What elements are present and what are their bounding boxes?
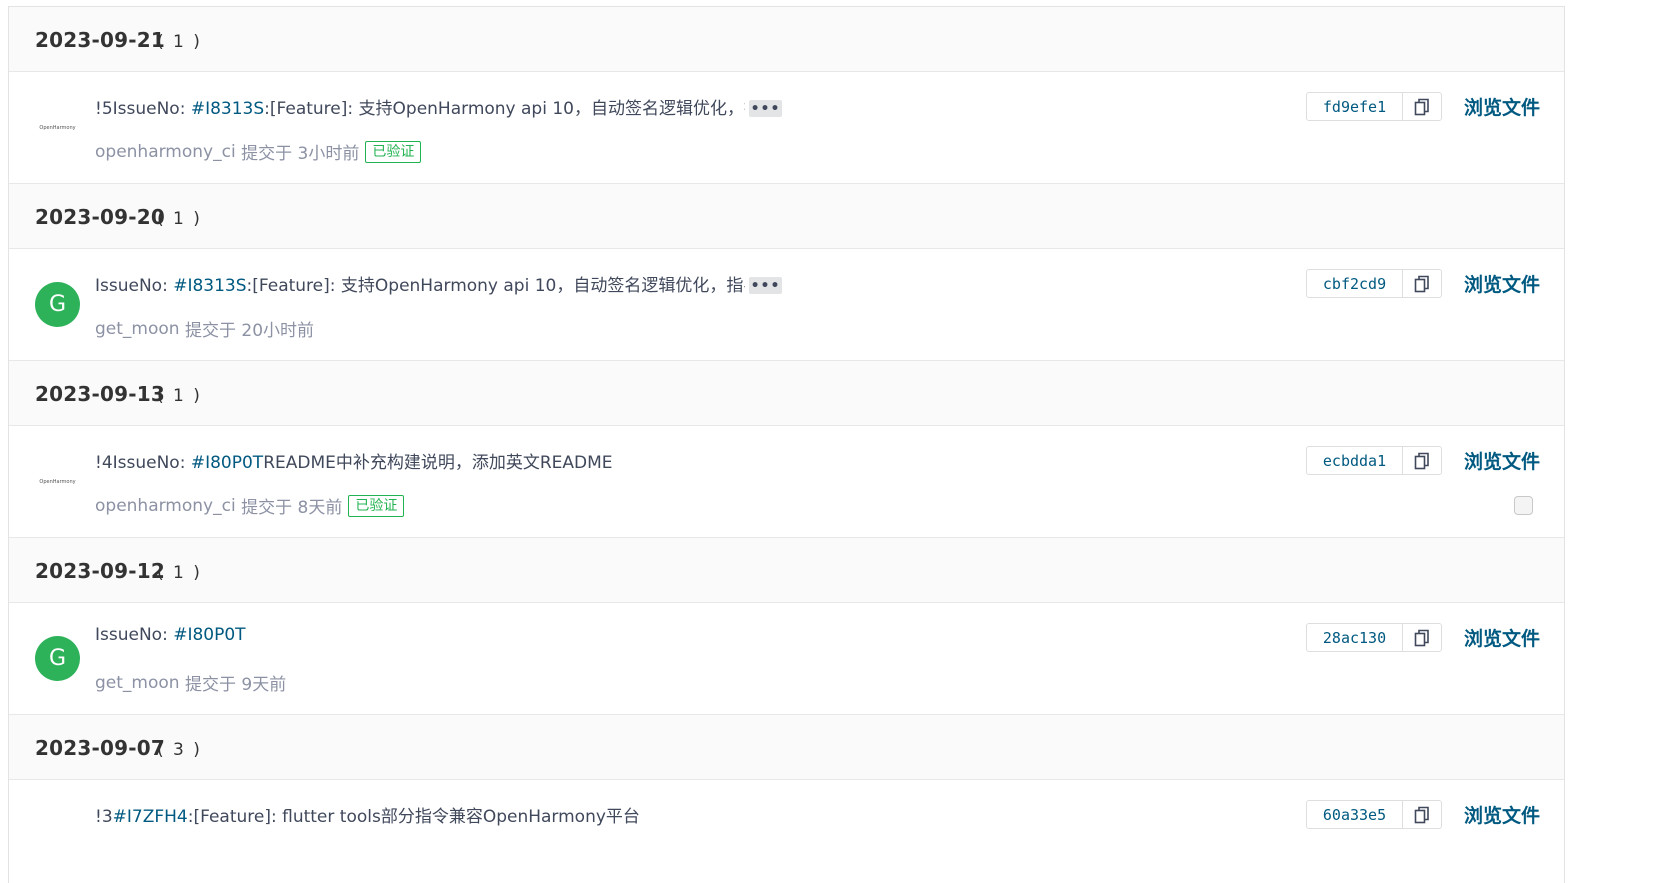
committed-label: 提交于	[184, 675, 236, 695]
group-count: ( 3 )	[157, 740, 202, 760]
commit-message-prefix: IssueNo:	[95, 625, 174, 645]
commit-row: G IssueNo: #I80P0T get_moon 提交于 9天前 28ac…	[9, 603, 1564, 715]
commit-message-prefix: !4IssueNo:	[95, 453, 191, 473]
issue-link[interactable]: #I80P0T	[173, 625, 245, 645]
copy-icon	[1414, 629, 1429, 646]
avatar[interactable]: G	[35, 282, 80, 327]
committed-label: 提交于	[241, 144, 293, 164]
commit-message-text: :[Feature]: flutter tools部分指令兼容OpenHarmo…	[187, 807, 640, 827]
date-group-header: 2023-09-07 ( 3 )	[9, 715, 1564, 780]
copy-icon	[1414, 806, 1429, 823]
copy-sha-button[interactable]	[1403, 93, 1441, 120]
commit-message-prefix: !3	[95, 807, 113, 827]
commit-message[interactable]: IssueNo: #I80P0T	[95, 625, 246, 645]
commit-message-text: README中补充构建说明，添加英文README	[263, 453, 613, 473]
commit-sha-box: ecbdda1	[1306, 446, 1442, 475]
avatar[interactable]: OpenHarmony	[35, 105, 80, 150]
commit-time: 20小时前	[241, 321, 315, 341]
copy-icon	[1414, 98, 1429, 115]
group-count: ( 1 )	[157, 32, 202, 52]
commit-time: 3小时前	[297, 144, 360, 164]
copy-sha-button[interactable]	[1403, 447, 1441, 474]
expand-message-button[interactable]: •••	[749, 277, 782, 294]
avatar[interactable]: G	[35, 636, 80, 681]
commit-message[interactable]: IssueNo: #I8313S:[Feature]: 支持OpenHarmon…	[95, 271, 745, 296]
verified-badge[interactable]: 已验证	[348, 494, 405, 517]
commit-row: OpenHarmony !5IssueNo: #I8313S:[Feature]…	[9, 72, 1564, 184]
date-group-header: 2023-09-12 ( 1 )	[9, 538, 1564, 603]
browse-files-link[interactable]: 浏览文件	[1464, 93, 1540, 120]
committed-label: 提交于	[184, 321, 236, 341]
author-link[interactable]: get_moon	[95, 673, 180, 693]
commit-history-list: 2023-09-21 ( 1 ) OpenHarmony !5IssueNo: …	[8, 6, 1565, 883]
avatar[interactable]: OpenHarmony	[35, 459, 80, 504]
group-date: 2023-09-21	[35, 28, 165, 52]
commit-sha-box: fd9efe1	[1306, 92, 1442, 121]
commit-sha-link[interactable]: 28ac130	[1307, 624, 1403, 651]
date-group-header: 2023-09-20 ( 1 )	[9, 184, 1564, 249]
commit-time: 8天前	[297, 498, 343, 518]
commit-sha-box: 60a33e5	[1306, 800, 1442, 829]
committed-label: 提交于	[241, 498, 293, 518]
group-date: 2023-09-07	[35, 736, 165, 760]
commit-message-text: :[Feature]: 支持OpenHarmony api 10，自动签名逻辑优…	[264, 99, 745, 119]
author-link[interactable]: openharmony_ci	[95, 142, 236, 162]
commit-message[interactable]: !4IssueNo: #I80P0TREADME中补充构建说明，添加英文READ…	[95, 448, 613, 473]
group-count: ( 1 )	[157, 386, 202, 406]
commit-message-prefix: !5IssueNo:	[95, 99, 191, 119]
commit-meta: openharmony_ci 提交于 3小时前 已验证	[95, 139, 422, 164]
commit-time: 9天前	[241, 675, 287, 695]
commit-row: !3#I7ZFH4:[Feature]: flutter tools部分指令兼容…	[9, 780, 1564, 883]
issue-link[interactable]: #I8313S	[191, 99, 264, 119]
group-count: ( 1 )	[157, 209, 202, 229]
copy-icon	[1414, 275, 1429, 292]
select-checkbox[interactable]	[1514, 496, 1533, 515]
expand-message-button[interactable]: •••	[749, 100, 782, 117]
browse-files-link[interactable]: 浏览文件	[1464, 447, 1540, 474]
browse-files-link[interactable]: 浏览文件	[1464, 270, 1540, 297]
commit-sha-link[interactable]: fd9efe1	[1307, 93, 1403, 120]
copy-sha-button[interactable]	[1403, 801, 1441, 828]
commit-sha-box: cbf2cd9	[1306, 269, 1442, 298]
date-group-header: 2023-09-21 ( 1 )	[9, 7, 1564, 72]
commit-sha-link[interactable]: 60a33e5	[1307, 801, 1403, 828]
group-date: 2023-09-13	[35, 382, 165, 406]
commit-message[interactable]: !5IssueNo: #I8313S:[Feature]: 支持OpenHarm…	[95, 94, 745, 119]
commit-row: G IssueNo: #I8313S:[Feature]: 支持OpenHarm…	[9, 249, 1564, 361]
issue-link[interactable]: #I7ZFH4	[113, 807, 188, 827]
commit-message-prefix: IssueNo:	[95, 276, 174, 296]
author-link[interactable]: get_moon	[95, 319, 180, 339]
commit-row: OpenHarmony !4IssueNo: #I80P0TREADME中补充构…	[9, 426, 1564, 538]
group-date: 2023-09-20	[35, 205, 165, 229]
verified-badge[interactable]: 已验证	[365, 140, 422, 163]
author-link[interactable]: openharmony_ci	[95, 496, 236, 516]
group-date: 2023-09-12	[35, 559, 165, 583]
commit-meta: get_moon 提交于 9天前	[95, 670, 287, 696]
copy-icon	[1414, 452, 1429, 469]
copy-sha-button[interactable]	[1403, 624, 1441, 651]
issue-link[interactable]: #I8313S	[173, 276, 246, 296]
commit-sha-link[interactable]: cbf2cd9	[1307, 270, 1403, 297]
issue-link[interactable]: #I80P0T	[191, 453, 263, 473]
commit-message[interactable]: !3#I7ZFH4:[Feature]: flutter tools部分指令兼容…	[95, 802, 640, 827]
commit-sha-link[interactable]: ecbdda1	[1307, 447, 1403, 474]
browse-files-link[interactable]: 浏览文件	[1464, 801, 1540, 828]
commit-sha-box: 28ac130	[1306, 623, 1442, 652]
group-count: ( 1 )	[157, 563, 202, 583]
commit-meta: openharmony_ci 提交于 8天前 已验证	[95, 493, 405, 518]
browse-files-link[interactable]: 浏览文件	[1464, 624, 1540, 651]
commit-meta: get_moon 提交于 20小时前	[95, 316, 315, 342]
commit-message-text: :[Feature]: 支持OpenHarmony api 10，自动签名逻辑优…	[246, 276, 745, 296]
date-group-header: 2023-09-13 ( 1 )	[9, 361, 1564, 426]
copy-sha-button[interactable]	[1403, 270, 1441, 297]
